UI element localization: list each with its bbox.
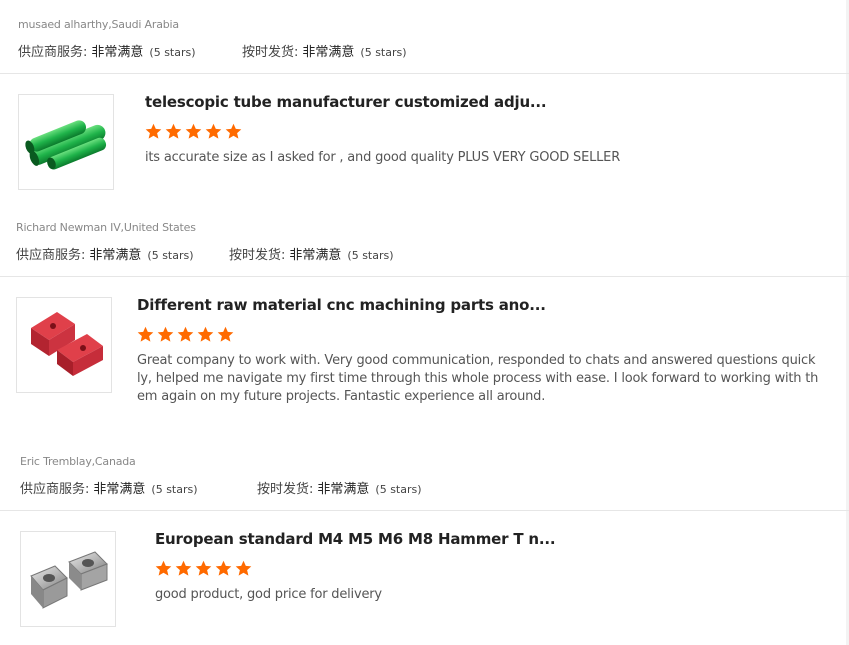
delivery-value: 非常满意: [317, 482, 370, 497]
star-icon: [137, 326, 154, 342]
star-icon: [197, 326, 214, 342]
supplier-service-label: 供应商服务:: [20, 482, 90, 497]
star-icon: [157, 326, 174, 342]
review-comment: Great company to work with. Very good co…: [137, 352, 818, 406]
star-icon: [215, 560, 232, 576]
supplier-service-stars: (5 stars): [151, 483, 198, 496]
supplier-service-stars: (5 stars): [149, 46, 196, 59]
product-title[interactable]: Different raw material cnc machining par…: [137, 296, 546, 314]
star-icon: [145, 123, 162, 139]
supplier-service-value: 非常满意: [91, 45, 144, 60]
star-icon: [165, 123, 182, 139]
star-icon: [235, 560, 252, 576]
rating-summary: 供应商服务: 非常满意 (5 stars) 按时发货: 非常满意 (5 stars): [18, 41, 407, 60]
star-rating: [137, 326, 237, 348]
supplier-service-stars: (5 stars): [147, 249, 194, 262]
star-icon: [185, 123, 202, 139]
delivery-value: 非常满意: [289, 248, 342, 263]
delivery-stars: (5 stars): [375, 483, 422, 496]
star-icon: [175, 560, 192, 576]
star-icon: [195, 560, 212, 576]
product-title[interactable]: European standard M4 M5 M6 M8 Hammer T n…: [155, 530, 556, 548]
delivery-stars: (5 stars): [347, 249, 394, 262]
supplier-service-label: 供应商服务:: [18, 45, 88, 60]
hammer-t-nut-image: [30, 551, 108, 609]
supplier-service-value: 非常满意: [93, 482, 146, 497]
product-title[interactable]: telescopic tube manufacturer customized …: [145, 93, 547, 111]
divider: [0, 510, 849, 511]
reviewer-name: Eric Tremblay,Canada: [20, 455, 136, 468]
star-icon: [155, 560, 172, 576]
star-icon: [217, 326, 234, 342]
star-rating: [155, 560, 255, 582]
reviewer-name: Richard Newman IV,United States: [16, 221, 196, 234]
reviewer-name: musaed alharthy,Saudi Arabia: [18, 18, 179, 31]
divider: [0, 73, 849, 74]
review-comment: its accurate size as I asked for , and g…: [145, 150, 621, 165]
red-cnc-part-image: [31, 312, 103, 376]
delivery-label: 按时发货:: [257, 482, 314, 497]
review-comment-line: ly, helped me navigate my first time thr…: [137, 371, 819, 386]
divider: [0, 276, 849, 277]
rating-summary: 供应商服务: 非常满意 (5 stars) 按时发货: 非常满意 (5 stars): [16, 244, 394, 263]
star-icon: [177, 326, 194, 342]
delivery-label: 按时发货:: [229, 248, 286, 263]
product-thumbnail[interactable]: [18, 94, 114, 190]
star-icon: [205, 123, 222, 139]
supplier-service-label: 供应商服务:: [16, 248, 86, 263]
review-comment-line: em again on my future projects. Fantasti…: [137, 389, 546, 404]
review-comment: good product, god price for delivery: [155, 587, 382, 602]
star-icon: [225, 123, 242, 139]
green-tube-image: [25, 120, 107, 170]
review-comment-line: Great company to work with. Very good co…: [137, 353, 816, 368]
product-thumbnail[interactable]: [20, 531, 116, 627]
rating-summary: 供应商服务: 非常满意 (5 stars) 按时发货: 非常满意 (5 stars): [20, 478, 422, 497]
supplier-service-value: 非常满意: [89, 248, 142, 263]
product-thumbnail[interactable]: [16, 297, 112, 393]
delivery-value: 非常满意: [302, 45, 355, 60]
delivery-label: 按时发货:: [242, 45, 299, 60]
star-rating: [145, 123, 245, 145]
delivery-stars: (5 stars): [360, 46, 407, 59]
